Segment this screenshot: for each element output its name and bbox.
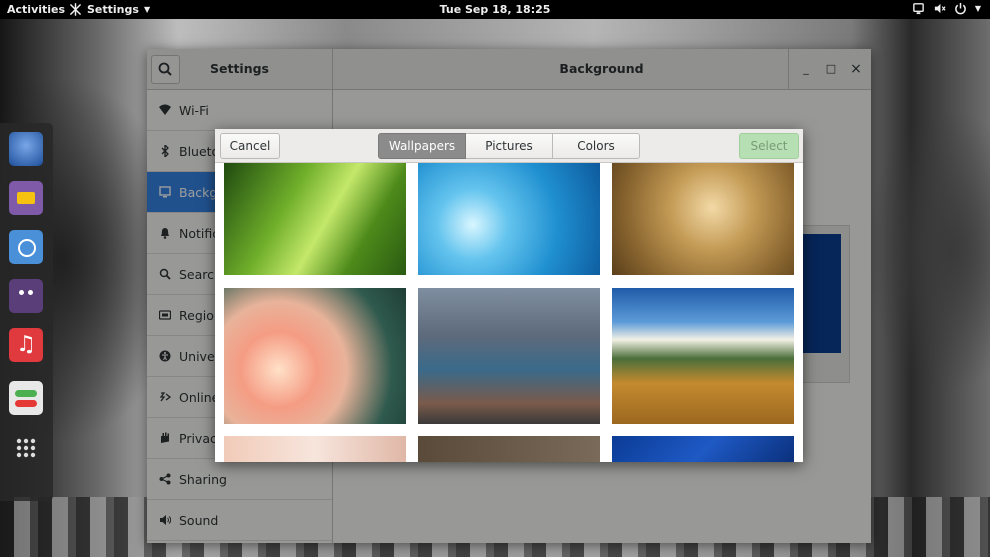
clock[interactable]: Tue Sep 18, 18:25 [0,3,990,16]
tab-colors[interactable]: Colors [553,133,640,159]
system-status[interactable]: ▼ [912,2,981,15]
select-button[interactable]: Select [739,133,799,159]
tab-pictures[interactable]: Pictures [466,133,553,159]
wallpaper-thumbnail[interactable] [612,288,794,424]
hexchat-icon[interactable] [9,279,43,313]
wallpaper-grid [215,163,803,462]
wallpaper-thumbnail[interactable] [224,288,406,424]
dash: ♫ [0,123,53,501]
wallpaper-thumbnail[interactable] [612,163,794,275]
source-tabs: Wallpapers Pictures Colors [378,133,640,159]
tab-wallpapers[interactable]: Wallpapers [378,133,466,159]
files-icon[interactable] [9,181,43,215]
wallpaper-thumbnail[interactable] [418,163,600,275]
wallpaper-thumbnail[interactable] [224,436,406,462]
background-chooser-dialog: Cancel Wallpapers Pictures Colors Select [215,129,803,462]
wallpaper-thumbnail[interactable] [418,436,600,462]
wallpaper-thumbnail[interactable] [418,288,600,424]
wallpaper-thumbnail[interactable] [612,436,794,462]
power-icon [955,2,966,15]
wallpaper-thumbnail[interactable] [224,163,406,275]
chevron-down-icon: ▼ [974,4,981,13]
chromium-icon[interactable] [9,230,43,264]
cancel-button[interactable]: Cancel [220,133,280,159]
top-bar: Activities Settings ▼ Tue Sep 18, 18:25 … [0,0,990,19]
thunderbird-icon[interactable] [9,132,43,166]
volume-muted-icon [934,3,946,14]
show-apps-icon[interactable] [9,431,43,465]
display-icon [913,3,924,15]
rhythmbox-icon[interactable]: ♫ [9,328,43,362]
settings-icon[interactable] [9,381,43,415]
dialog-header: Cancel Wallpapers Pictures Colors Select [215,129,803,163]
